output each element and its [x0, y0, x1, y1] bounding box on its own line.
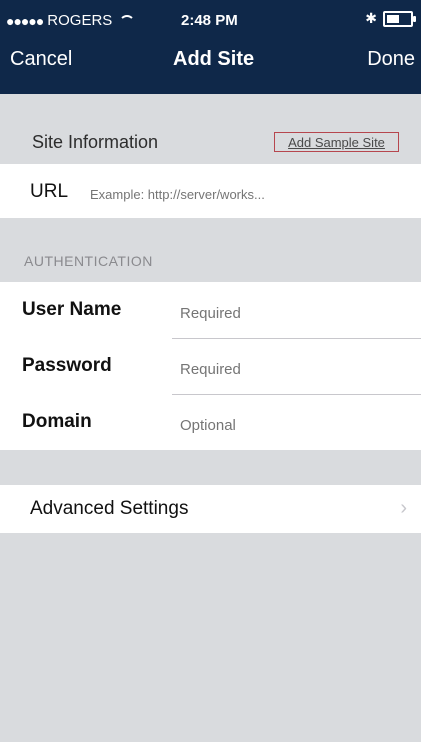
password-label: Password	[22, 355, 112, 376]
status-right: ✱	[365, 10, 416, 27]
domain-row: Domain	[0, 394, 421, 450]
navigation-bar: ●●●●● ROGERS 2:48 PM ✱ Cancel Add Site D…	[0, 0, 421, 94]
authentication-group: User Name Password Domain	[0, 282, 421, 450]
carrier-name: ROGERS	[47, 12, 113, 29]
cancel-button[interactable]: Cancel	[10, 48, 72, 71]
status-time: 2:48 PM	[181, 12, 238, 29]
advanced-settings-row[interactable]: Advanced Settings ›	[0, 485, 421, 533]
nav-row: Cancel Add Site Done	[0, 48, 421, 88]
empty-background	[0, 533, 421, 742]
wifi-icon	[118, 15, 132, 27]
bluetooth-icon: ✱	[365, 10, 377, 26]
signal-strength-icon: ●●●●●	[6, 12, 44, 29]
add-sample-site-button[interactable]: Add Sample Site	[274, 132, 399, 152]
site-information-label: Site Information	[32, 132, 159, 152]
authentication-header: AUTHENTICATION	[0, 218, 421, 282]
domain-label: Domain	[22, 411, 92, 432]
domain-input[interactable]	[178, 413, 412, 437]
url-row: URL	[0, 164, 421, 218]
site-information-header: Site Information Add Sample Site	[0, 94, 421, 164]
password-input[interactable]	[178, 357, 412, 381]
url-input[interactable]	[88, 182, 402, 206]
battery-icon	[383, 10, 416, 27]
advanced-settings-label: Advanced Settings	[30, 498, 189, 519]
section-gap	[0, 450, 421, 485]
chevron-right-icon: ›	[400, 497, 407, 519]
status-bar: ●●●●● ROGERS 2:48 PM ✱	[0, 0, 421, 40]
page-title: Add Site	[173, 48, 255, 70]
done-button[interactable]: Done	[367, 48, 415, 71]
user-name-input[interactable]	[178, 301, 412, 325]
user-name-label: User Name	[22, 299, 122, 320]
authentication-label: AUTHENTICATION	[24, 253, 153, 269]
url-label: URL	[30, 181, 69, 202]
user-name-row: User Name	[0, 282, 421, 338]
carrier-info: ●●●●● ROGERS	[6, 12, 132, 29]
password-row: Password	[0, 338, 421, 394]
